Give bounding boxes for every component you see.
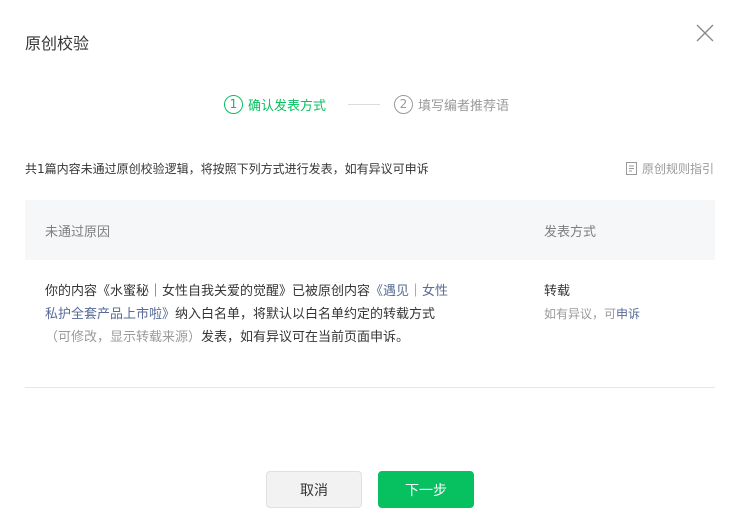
close-icon [696,24,714,42]
reason-text: 纳入白名单，将默认以白名单约定的转载方式 [175,307,436,322]
table-row: 你的内容《水蜜秘｜女性自我关爱的觉醒》已被原创内容《遇见｜女性私护全套产品上市啦… [25,260,715,388]
reason-note: （可修改，显示转载来源） [45,330,202,345]
header-reason: 未通过原因 [45,225,111,240]
appeal-link[interactable]: 申诉 [616,307,640,321]
stepper: 1 确认发表方式 2 填写编者推荐语 [0,93,744,115]
next-step-button[interactable]: 下一步 [378,471,474,508]
close-button[interactable] [695,23,715,43]
step-number: 1 [224,94,243,114]
step-number: 2 [394,94,413,114]
table-header: 未通过原因 发表方式 [25,200,715,260]
method-title: 转载 [544,284,571,299]
document-icon [625,162,637,175]
rules-guide-link[interactable]: 原创规则指引 [625,160,714,177]
step-label: 填写编者推荐语 [418,98,510,114]
step-confirm-method: 1 确认发表方式 [224,93,326,115]
reason-text: 发表，如有异议可在当前页面申诉。 [201,330,410,345]
rules-guide-label: 原创规则指引 [641,162,714,176]
dialog-title: 原创校验 [25,34,90,53]
step-editor-recommendation: 2 填写编者推荐语 [394,93,509,115]
reason-cell: 你的内容《水蜜秘｜女性自我关爱的觉醒》已被原创内容《遇见｜女性私护全套产品上市啦… [45,280,455,349]
reason-text: 你的内容《水蜜秘｜女性自我关爱的觉醒》已被原创内容 [45,284,371,299]
appeal-hint-text: 如有异议，可 [544,307,617,321]
step-label: 确认发表方式 [248,98,327,114]
result-table: 未通过原因 发表方式 你的内容《水蜜秘｜女性自我关爱的觉醒》已被原创内容《遇见｜… [25,200,715,388]
header-method: 发表方式 [544,225,597,240]
notice-text: 共1篇内容未通过原创校验逻辑，将按照下列方式进行发表，如有异议可申诉 [25,162,429,176]
cancel-button[interactable]: 取消 [266,471,362,508]
method-appeal-hint: 如有异议，可申诉 [544,303,640,326]
step-divider [348,104,380,105]
method-cell: 转载 如有异议，可申诉 [544,280,640,326]
